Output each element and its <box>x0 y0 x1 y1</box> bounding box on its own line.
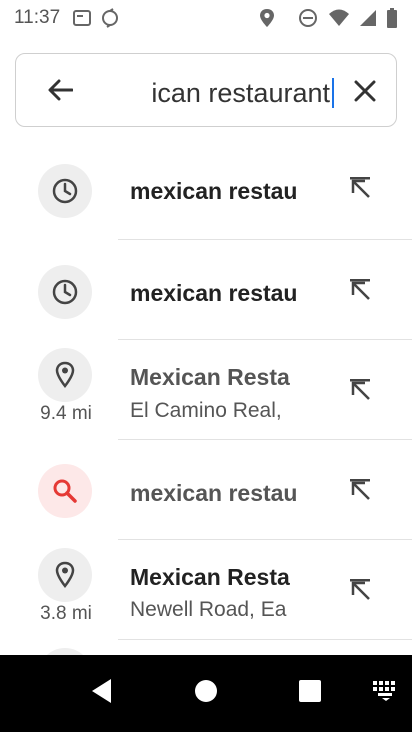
arrow-up-left-icon <box>349 378 371 406</box>
search-query-text: ican restaurant <box>151 78 330 108</box>
suggestion-title: mexican restau <box>130 178 298 204</box>
suggestion-subtitle: El Camino Real, <box>130 399 282 422</box>
suggestions-list: mexican restau mexican restau 9.4 mi Mex… <box>0 140 412 655</box>
do-not-disturb-icon <box>298 8 318 34</box>
suggestion-title: Mexican Resta <box>130 364 290 390</box>
fill-query-button[interactable] <box>342 474 378 510</box>
status-bar: 11:37 <box>0 0 412 36</box>
distance-label: 9.4 mi <box>40 403 92 424</box>
search-icon <box>38 464 92 518</box>
location-pin-icon <box>38 648 92 655</box>
back-button[interactable] <box>42 74 78 110</box>
system-nav-bar <box>0 655 412 732</box>
status-time: 11:37 <box>14 7 61 28</box>
suggestion-item-partial[interactable] <box>0 640 412 655</box>
clear-button[interactable] <box>346 74 384 112</box>
location-pin-icon <box>38 348 92 402</box>
nav-recents-button[interactable] <box>292 675 328 711</box>
triangle-back-icon <box>89 677 115 710</box>
suggestion-item[interactable]: mexican restau <box>0 440 412 540</box>
suggestion-item[interactable]: 3.8 mi Mexican Resta Newell Road, Ea <box>0 540 412 640</box>
suggestion-item[interactable]: mexican restau <box>0 140 412 240</box>
search-input[interactable]: ican restaurant <box>128 75 334 111</box>
wifi-icon <box>328 8 350 34</box>
battery-icon <box>386 8 398 34</box>
fill-query-button[interactable] <box>342 374 378 410</box>
location-icon <box>258 8 276 34</box>
fill-query-button[interactable] <box>342 574 378 610</box>
sync-icon <box>100 8 120 34</box>
history-icon <box>38 164 92 218</box>
search-bar: ican restaurant <box>15 53 397 127</box>
arrow-up-left-icon <box>349 176 371 204</box>
notification-icon <box>72 8 92 34</box>
history-icon <box>38 265 92 319</box>
nav-home-button[interactable] <box>188 675 224 711</box>
suggestion-title: mexican restau <box>130 280 298 306</box>
suggestion-item[interactable]: mexican restau <box>0 240 412 340</box>
keyboard-button[interactable] <box>368 677 404 709</box>
keyboard-icon <box>372 680 400 707</box>
nav-back-button[interactable] <box>84 675 120 711</box>
suggestion-title: Mexican Resta <box>130 564 290 590</box>
text-caret <box>332 78 334 108</box>
fill-query-button[interactable] <box>342 172 378 208</box>
signal-icon <box>358 8 378 34</box>
close-icon <box>354 80 376 107</box>
square-recents-icon <box>298 679 322 708</box>
arrow-back-icon <box>47 79 74 106</box>
arrow-up-left-icon <box>349 278 371 306</box>
suggestion-item[interactable]: 9.4 mi Mexican Resta El Camino Real, <box>0 340 412 440</box>
location-pin-icon <box>38 548 92 602</box>
distance-label: 3.8 mi <box>40 603 92 624</box>
arrow-up-left-icon <box>349 578 371 606</box>
arrow-up-left-icon <box>349 478 371 506</box>
circle-home-icon <box>194 679 218 708</box>
suggestion-subtitle: Newell Road, Ea <box>130 598 287 621</box>
suggestion-title: mexican restau <box>130 480 298 506</box>
fill-query-button[interactable] <box>342 274 378 310</box>
